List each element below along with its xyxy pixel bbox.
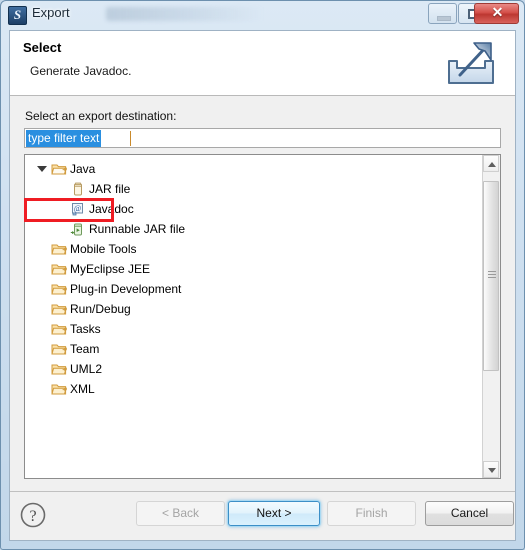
folder-icon	[51, 302, 68, 316]
tree-item[interactable]: Plug-in Development	[25, 279, 483, 299]
tree-item-label: Plug-in Development	[70, 282, 182, 296]
scrollbar-grip-icon	[488, 271, 496, 281]
export-destination-tree-panel[interactable]: Java JAR file @ Javadoc Runnable JAR file Mob…	[24, 154, 501, 479]
tree-item[interactable]: Run/Debug	[25, 299, 483, 319]
tree-item[interactable]: Team	[25, 339, 483, 359]
folder-icon	[51, 242, 68, 256]
scrollbar-thumb[interactable]	[483, 181, 499, 371]
tree-vertical-scrollbar[interactable]	[482, 155, 500, 478]
text-caret	[130, 131, 131, 146]
tree-expand-arrow-collapsed[interactable]	[35, 262, 44, 273]
tree-item-label: Runnable JAR file	[89, 222, 186, 236]
jar-file-icon	[70, 182, 86, 196]
export-wizard-icon	[448, 42, 494, 84]
tree-item-label: Run/Debug	[70, 302, 131, 316]
tree-expand-arrow-collapsed[interactable]	[35, 242, 44, 253]
dialog-footer: ? < Back Next > Finish Cancel	[10, 491, 515, 540]
tree-expand-arrow-collapsed[interactable]	[35, 382, 44, 393]
wizard-body: Select an export destination: type filte…	[10, 96, 515, 492]
folder-icon	[51, 382, 68, 396]
tree-expand-arrow-expanded[interactable]	[37, 166, 47, 172]
folder-icon	[51, 342, 68, 356]
back-button[interactable]: < Back	[136, 501, 225, 526]
chevron-down-icon	[488, 468, 496, 473]
tree-expand-arrow-collapsed[interactable]	[35, 302, 44, 313]
destination-label: Select an export destination:	[25, 109, 177, 123]
page-description: Generate Javadoc.	[30, 64, 132, 78]
tree-item-label: XML	[70, 382, 95, 396]
cancel-button[interactable]: Cancel	[425, 501, 514, 526]
folder-icon	[51, 282, 68, 296]
minimize-button[interactable]	[428, 3, 457, 24]
folder-icon	[51, 322, 68, 336]
folder-icon	[51, 362, 68, 376]
help-button[interactable]: ?	[19, 501, 47, 529]
tree-item[interactable]: Tasks	[25, 319, 483, 339]
scroll-up-button[interactable]	[483, 155, 499, 172]
eclipse-glyph: S	[13, 7, 22, 22]
tree-expand-arrow-collapsed[interactable]	[35, 282, 44, 293]
page-title: Select	[23, 40, 62, 55]
svg-text:?: ?	[29, 508, 36, 525]
tree-item-label: UML2	[70, 362, 103, 376]
minimize-icon	[437, 16, 451, 21]
close-icon: ✕	[491, 6, 504, 21]
filter-input[interactable]: type filter text	[24, 128, 501, 148]
tree-item-label: MyEclipse JEE	[70, 262, 151, 276]
dialog-client-area: Select Generate Javadoc. Select an expor…	[9, 30, 516, 541]
svg-text:@: @	[74, 204, 81, 213]
tree-item[interactable]: UML2	[25, 359, 483, 379]
tree-item-label: Team	[70, 342, 100, 356]
next-button[interactable]: Next >	[228, 501, 320, 526]
tree-item-label: Mobile Tools	[70, 242, 137, 256]
tree-item[interactable]: MyEclipse JEE	[25, 259, 483, 279]
titlebar-ghost-reflection	[106, 7, 316, 21]
export-destination-tree[interactable]: Java JAR file @ Javadoc Runnable JAR file Mob…	[25, 159, 483, 478]
window-title: Export	[32, 5, 70, 20]
tree-item[interactable]: Runnable JAR file	[25, 219, 483, 239]
filter-input-value: type filter text	[26, 130, 102, 147]
tree-item[interactable]: Java	[25, 159, 483, 179]
close-button[interactable]: ✕	[474, 3, 519, 24]
finish-button[interactable]: Finish	[327, 501, 416, 526]
chevron-up-icon	[488, 162, 496, 167]
wizard-header: Select Generate Javadoc.	[10, 31, 515, 96]
tree-item[interactable]: JAR file	[25, 179, 483, 199]
tree-item[interactable]: Mobile Tools	[25, 239, 483, 259]
tree-item-label: Javadoc	[89, 202, 134, 216]
folder-icon	[51, 262, 68, 276]
tree-expand-arrow-collapsed[interactable]	[35, 322, 44, 333]
scroll-down-button[interactable]	[483, 461, 499, 478]
folder-open-icon	[51, 162, 68, 176]
eclipse-export-icon: S	[8, 6, 27, 25]
tree-expand-arrow-collapsed[interactable]	[35, 342, 44, 353]
tree-item-label: Java	[70, 162, 96, 176]
runnable-jar-icon	[70, 222, 86, 236]
title-bar[interactable]: S Export ✕	[1, 1, 524, 30]
tree-item[interactable]: @ Javadoc	[25, 199, 483, 219]
tree-expand-arrow-collapsed[interactable]	[35, 362, 44, 373]
tree-item[interactable]: XML	[25, 379, 483, 399]
tree-item-label: Tasks	[70, 322, 101, 336]
tree-item-label: JAR file	[89, 182, 131, 196]
export-dialog-window: S Export ✕ Select Generate Javadoc. Sele…	[0, 0, 525, 550]
javadoc-icon: @	[70, 202, 86, 216]
